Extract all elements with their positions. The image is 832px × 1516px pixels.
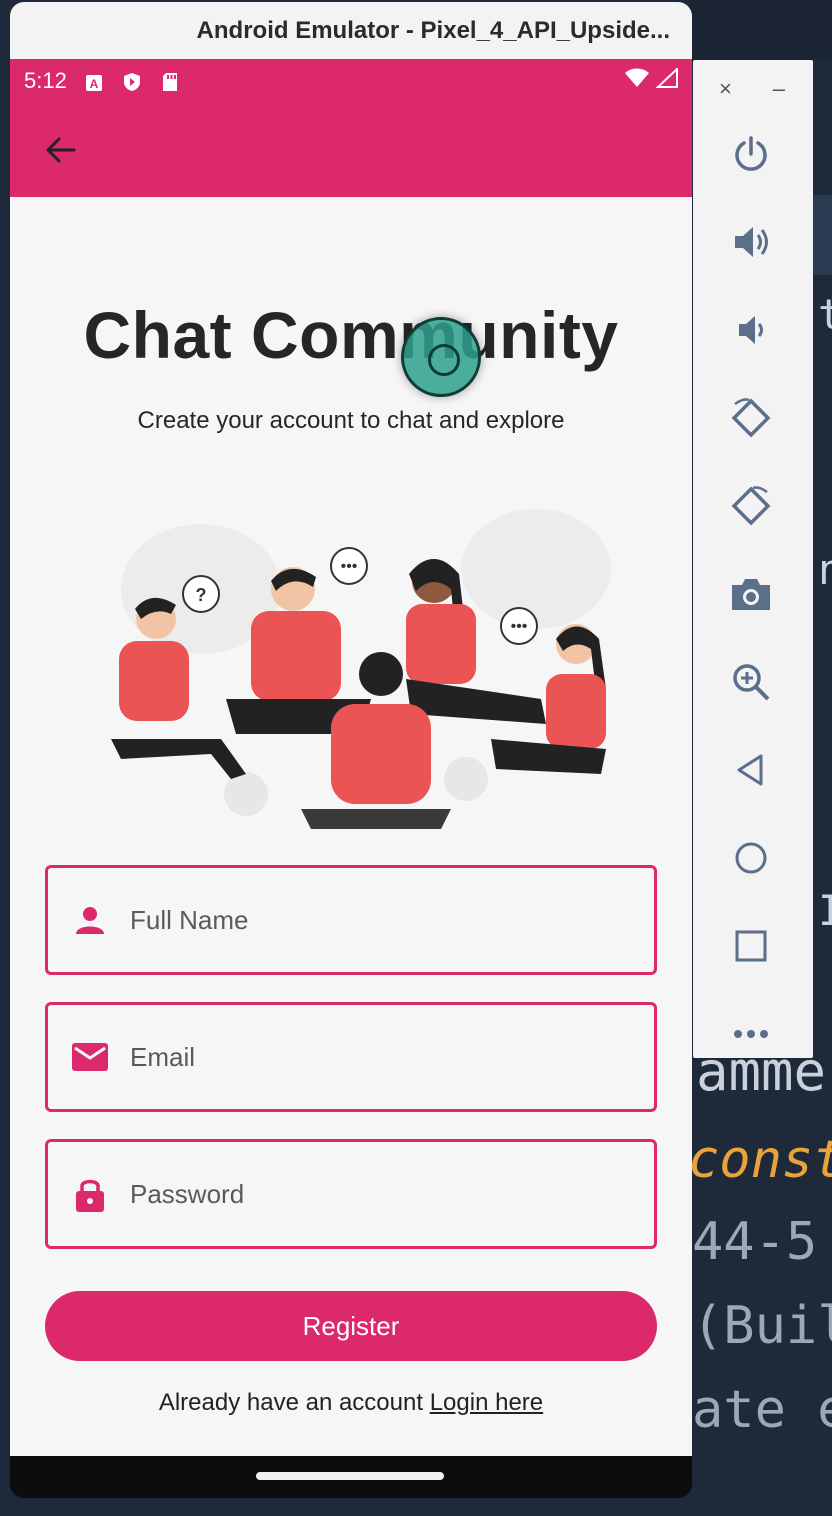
nav-back-button[interactable] [729, 748, 773, 792]
register-content: Chat Community Create your account to ch… [10, 297, 692, 849]
rotate-left-button[interactable] [729, 396, 773, 440]
emulator-side-panel: × – [693, 60, 813, 1058]
volume-down-button[interactable] [729, 308, 773, 352]
community-illustration: ? ••• ••• [71, 317, 631, 849]
ide-background-tab [812, 195, 832, 275]
password-input[interactable] [130, 1178, 654, 1210]
ide-code-fragment: I [818, 886, 832, 935]
zoom-button[interactable] [729, 660, 773, 704]
overview-icon [735, 930, 767, 962]
login-prompt-row: Already have an account Login here [10, 1389, 692, 1417]
ide-code-fragment: t [818, 290, 832, 339]
svg-text:•••: ••• [511, 618, 528, 635]
email-input[interactable] [130, 1041, 654, 1073]
shield-icon [123, 72, 141, 91]
rotate-right-icon [731, 486, 771, 526]
rotate-left-icon [731, 398, 771, 438]
volume-up-button[interactable] [729, 220, 773, 264]
ide-code-fragment: const [688, 1130, 832, 1190]
person-icon [70, 900, 110, 940]
gesture-nav-bar [10, 1456, 692, 1498]
status-bar: 5:12 A [10, 59, 692, 103]
rotate-right-button[interactable] [729, 484, 773, 528]
full-name-field[interactable] [45, 865, 657, 975]
minimize-icon[interactable]: – [773, 76, 785, 102]
sd-card-icon [161, 72, 179, 91]
status-time: 5:12 [24, 68, 67, 93]
volume-down-icon [739, 316, 763, 344]
emulator-titlebar[interactable]: Android Emulator - Pixel_4_API_Upside... [10, 2, 692, 59]
svg-text:•••: ••• [341, 558, 358, 575]
volume-up-icon [735, 227, 768, 257]
nav-overview-button[interactable] [729, 924, 773, 968]
page-title: Chat Community [83, 298, 619, 372]
ide-code-fragment: 44-5 [692, 1212, 818, 1272]
more-icon [734, 1030, 768, 1038]
wifi-icon [624, 68, 650, 94]
back-button[interactable] [40, 130, 80, 170]
home-gesture-pill[interactable] [256, 1472, 444, 1480]
back-icon [737, 754, 763, 786]
ide-code-fragment: n [818, 545, 832, 594]
power-icon [735, 136, 767, 171]
email-icon [70, 1037, 110, 1077]
window-title: Android Emulator - Pixel_4_API_Upside... [196, 16, 670, 44]
touch-indicator [401, 317, 481, 397]
app-bar [10, 103, 692, 197]
lock-icon [70, 1174, 110, 1214]
svg-text:A: A [89, 77, 98, 91]
register-button[interactable]: Register [45, 1291, 657, 1361]
power-button[interactable] [729, 132, 773, 176]
a-icon: A [85, 72, 103, 91]
ide-code-fragment: (Buil [692, 1296, 832, 1356]
close-icon[interactable]: × [719, 76, 732, 102]
svg-text:?: ? [196, 585, 207, 605]
phone-screen: 5:12 A Chat Community Create your accoun… [10, 59, 692, 1456]
ide-background-top [690, 0, 832, 60]
password-field[interactable] [45, 1139, 657, 1249]
zoom-icon [733, 664, 770, 701]
arrow-back-icon [46, 137, 76, 163]
home-icon [735, 842, 767, 874]
ide-code-fragment: ate e [692, 1380, 832, 1440]
emulator-window: Android Emulator - Pixel_4_API_Upside...… [10, 2, 692, 1498]
page-subtitle: Create your account to chat and explore [137, 407, 565, 434]
full-name-input[interactable] [130, 904, 654, 936]
camera-icon [732, 579, 770, 610]
nav-home-button[interactable] [729, 836, 773, 880]
email-field[interactable] [45, 1002, 657, 1112]
login-link[interactable]: Login here [430, 1389, 543, 1416]
signal-icon [655, 66, 678, 94]
screenshot-button[interactable] [729, 572, 773, 616]
more-button[interactable] [729, 1012, 773, 1056]
login-prompt-text: Already have an account [158, 1389, 424, 1416]
